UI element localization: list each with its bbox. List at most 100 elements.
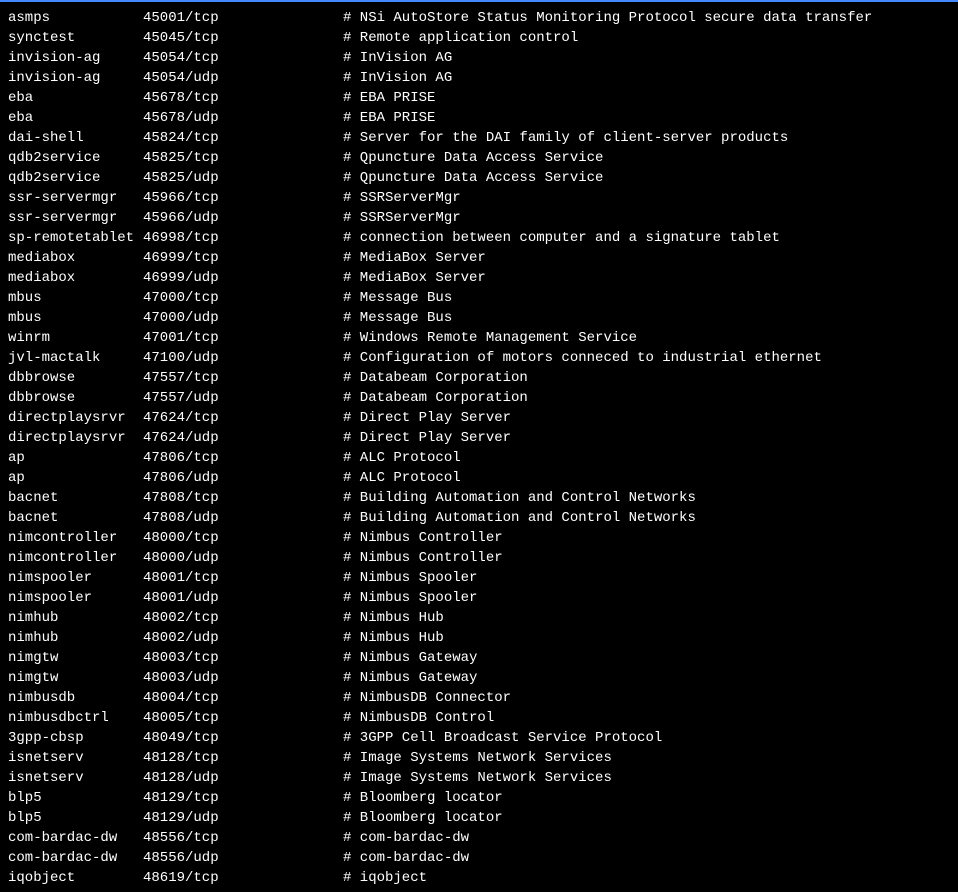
service-name: nimgtw xyxy=(8,668,143,688)
service-port: 47624/tcp xyxy=(143,408,343,428)
service-description: # Building Automation and Control Networ… xyxy=(343,490,696,506)
service-description: # Message Bus xyxy=(343,310,452,326)
service-port: 48001/udp xyxy=(143,588,343,608)
services-row: nimhub48002/udp# Nimbus Hub xyxy=(8,628,950,648)
service-port: 48129/udp xyxy=(143,808,343,828)
service-name: mediabox xyxy=(8,268,143,288)
service-name: invision-ag xyxy=(8,68,143,88)
service-port: 47806/udp xyxy=(143,468,343,488)
service-name: winrm xyxy=(8,328,143,348)
service-port: 48128/udp xyxy=(143,768,343,788)
service-name: qdb2service xyxy=(8,168,143,188)
services-row: nimbusdbctrl48005/tcp# NimbusDB Control xyxy=(8,708,950,728)
service-name: dbbrowse xyxy=(8,388,143,408)
service-port: 48002/udp xyxy=(143,628,343,648)
services-row: invision-ag45054/udp# InVision AG xyxy=(8,68,950,88)
services-row: dbbrowse47557/tcp# Databeam Corporation xyxy=(8,368,950,388)
service-description: # Direct Play Server xyxy=(343,410,511,426)
services-row: directplaysrvr47624/udp# Direct Play Ser… xyxy=(8,428,950,448)
service-description: # EBA PRISE xyxy=(343,110,435,126)
service-description: # Image Systems Network Services xyxy=(343,750,612,766)
service-description: # Building Automation and Control Networ… xyxy=(343,510,696,526)
service-name: qdb2service xyxy=(8,148,143,168)
service-description: # Nimbus Gateway xyxy=(343,670,477,686)
services-row: bacnet47808/tcp# Building Automation and… xyxy=(8,488,950,508)
services-row: jvl-mactalk47100/udp# Configuration of m… xyxy=(8,348,950,368)
service-description: # com-bardac-dw xyxy=(343,830,469,846)
service-port: 47808/udp xyxy=(143,508,343,528)
services-row: ap47806/tcp# ALC Protocol xyxy=(8,448,950,468)
services-row: invision-ag45054/tcp# InVision AG xyxy=(8,48,950,68)
service-name: ssr-servermgr xyxy=(8,208,143,228)
service-description: # ALC Protocol xyxy=(343,470,461,486)
service-description: # Message Bus xyxy=(343,290,452,306)
service-description: # Bloomberg locator xyxy=(343,810,503,826)
service-description: # Windows Remote Management Service xyxy=(343,330,637,346)
service-description: # Nimbus Hub xyxy=(343,630,444,646)
services-row: nimbusdb48004/tcp# NimbusDB Connector xyxy=(8,688,950,708)
service-port: 48000/tcp xyxy=(143,528,343,548)
service-port: 47000/udp xyxy=(143,308,343,328)
service-name: isnetserv xyxy=(8,768,143,788)
service-port: 45966/tcp xyxy=(143,188,343,208)
service-name: iqobject xyxy=(8,868,143,888)
service-description: # Qpuncture Data Access Service xyxy=(343,170,603,186)
service-description: # SSRServerMgr xyxy=(343,210,461,226)
service-name: nimhub xyxy=(8,628,143,648)
services-row: blp548129/udp# Bloomberg locator xyxy=(8,808,950,828)
services-row: com-bardac-dw48556/tcp# com-bardac-dw xyxy=(8,828,950,848)
service-port: 48556/tcp xyxy=(143,828,343,848)
service-description: # Remote application control xyxy=(343,30,578,46)
service-port: 45825/tcp xyxy=(143,148,343,168)
services-row: ssr-servermgr45966/udp# SSRServerMgr xyxy=(8,208,950,228)
services-row: synctest45045/tcp# Remote application co… xyxy=(8,28,950,48)
service-name: ap xyxy=(8,468,143,488)
service-port: 48003/udp xyxy=(143,668,343,688)
service-name: eba xyxy=(8,108,143,128)
services-row: 3gpp-cbsp48049/tcp# 3GPP Cell Broadcast … xyxy=(8,728,950,748)
services-row: directplaysrvr47624/tcp# Direct Play Ser… xyxy=(8,408,950,428)
service-name: blp5 xyxy=(8,788,143,808)
service-name: nimspooler xyxy=(8,588,143,608)
service-name: asmps xyxy=(8,8,143,28)
service-port: 45001/tcp xyxy=(143,8,343,28)
services-row: com-bardac-dw48556/udp# com-bardac-dw xyxy=(8,848,950,868)
service-description: # Nimbus Spooler xyxy=(343,590,477,606)
service-port: 46999/tcp xyxy=(143,248,343,268)
service-port: 48001/tcp xyxy=(143,568,343,588)
service-port: 46998/tcp xyxy=(143,228,343,248)
service-name: jvl-mactalk xyxy=(8,348,143,368)
service-port: 48619/tcp xyxy=(143,868,343,888)
service-name: com-bardac-dw xyxy=(8,848,143,868)
service-description: # Nimbus Controller xyxy=(343,530,503,546)
service-port: 48004/tcp xyxy=(143,688,343,708)
service-port: 47557/tcp xyxy=(143,368,343,388)
services-row: asmps45001/tcp# NSi AutoStore Status Mon… xyxy=(8,8,950,28)
service-name: mbus xyxy=(8,308,143,328)
service-port: 45054/udp xyxy=(143,68,343,88)
service-port: 45824/tcp xyxy=(143,128,343,148)
service-port: 47001/tcp xyxy=(143,328,343,348)
service-name: ap xyxy=(8,448,143,468)
service-port: 47806/tcp xyxy=(143,448,343,468)
terminal-output[interactable]: asmps45001/tcp# NSi AutoStore Status Mon… xyxy=(0,4,958,892)
service-port: 47557/udp xyxy=(143,388,343,408)
service-port: 45678/tcp xyxy=(143,88,343,108)
services-row: qdb2service45825/tcp# Qpuncture Data Acc… xyxy=(8,148,950,168)
service-description: # Databeam Corporation xyxy=(343,370,528,386)
service-name: nimcontroller xyxy=(8,528,143,548)
services-row: mbus47000/udp# Message Bus xyxy=(8,308,950,328)
service-name: 3gpp-cbsp xyxy=(8,728,143,748)
service-port: 45966/udp xyxy=(143,208,343,228)
service-port: 48556/udp xyxy=(143,848,343,868)
service-description: # Bloomberg locator xyxy=(343,790,503,806)
service-name: nimhub xyxy=(8,608,143,628)
service-port: 48128/tcp xyxy=(143,748,343,768)
service-description: # InVision AG xyxy=(343,70,452,86)
services-row: nimgtw48003/udp# Nimbus Gateway xyxy=(8,668,950,688)
service-description: # 3GPP Cell Broadcast Service Protocol xyxy=(343,730,662,746)
service-description: # ALC Protocol xyxy=(343,450,461,466)
services-row: iqobject48619/tcp# iqobject xyxy=(8,868,950,888)
services-row: dbbrowse47557/udp# Databeam Corporation xyxy=(8,388,950,408)
service-name: dbbrowse xyxy=(8,368,143,388)
